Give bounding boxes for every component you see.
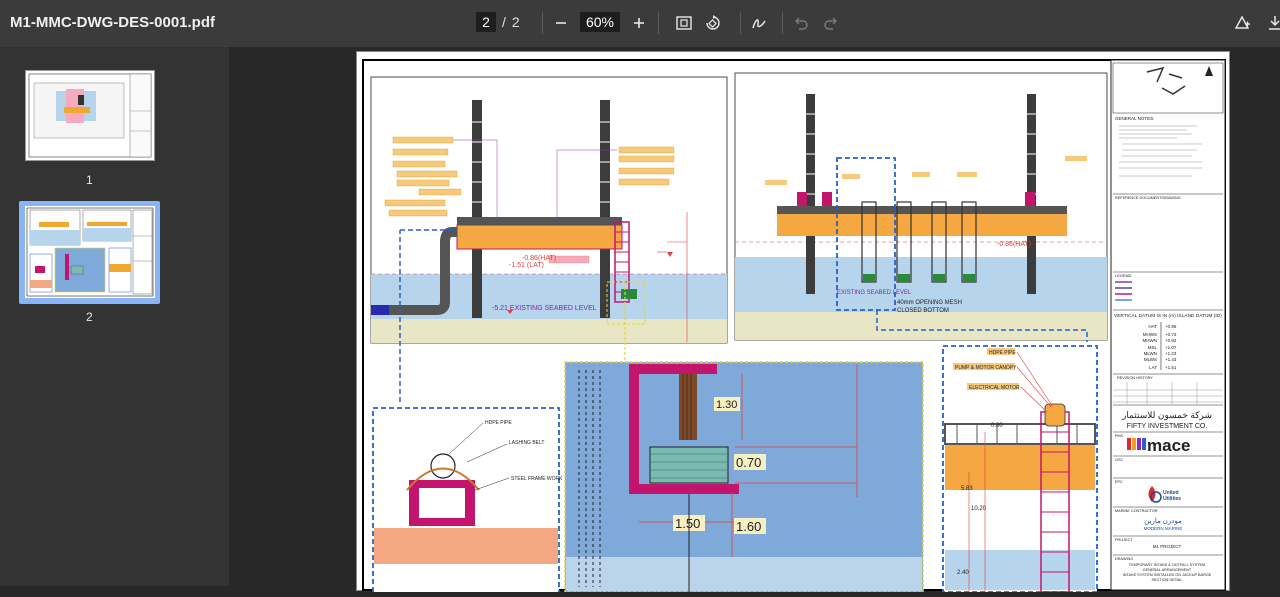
datum-label: HAT — [1148, 324, 1157, 329]
page-navigator: 2 / 2 — [476, 12, 520, 32]
current-page-input[interactable]: 2 — [476, 12, 496, 32]
page-thumbnail-1[interactable] — [25, 70, 155, 161]
dimension-1-50: 1.50 — [675, 516, 700, 531]
datum-label: MLWS — [1144, 357, 1157, 362]
label-existing-seabed-2: EXISTING SEABED LEVEL — [837, 290, 912, 296]
drawing-title-line: GENERAL ARRANGEMENT — [1143, 568, 1192, 572]
dimension-0-70: 0.70 — [736, 455, 761, 470]
rotate-button[interactable] — [700, 10, 726, 36]
gsc-heading: GSC — [1115, 458, 1123, 462]
document-title: M1-MMC-DWG-DES-0001.pdf — [10, 14, 215, 31]
thumbnail-label-1: 1 — [86, 173, 93, 187]
drawing-title-line: SECTION DETAIL — [1152, 578, 1183, 582]
plus-icon — [634, 18, 644, 28]
engineering-drawing: -1.51 (LAT) -0.86(HAT) -5.21 EXISTING SE… — [362, 59, 1226, 595]
datum-label: MHWS — [1143, 332, 1157, 337]
toolbar-divider — [542, 12, 543, 34]
label-pump-canopy: PUMP & MOTOR CANOPY — [955, 365, 1017, 371]
toolbar-divider — [658, 12, 659, 34]
download-button[interactable] — [1262, 10, 1280, 36]
datum-label: MHWN — [1143, 338, 1158, 343]
pmc-heading: PMC — [1115, 434, 1124, 438]
label-steel-frame: STEEL FRAME WORK — [511, 476, 563, 482]
client-name-arabic: شركة خمسون للاستثمار — [1121, 410, 1212, 421]
label-electrical-motor: ELECTRICAL MOTOR — [969, 385, 1020, 391]
thumbnail-sidebar: 1 2 — [0, 47, 229, 586]
datum-value: +0.73 — [1165, 332, 1177, 337]
legend-heading: LEGEND — [1115, 273, 1132, 278]
datum-label: MSL — [1148, 345, 1158, 350]
draw-button[interactable] — [746, 10, 772, 36]
marine-contractor-heading: MARINE CONTRACTOR — [1115, 509, 1158, 513]
dimension-0-80: 0.80 — [991, 423, 1003, 429]
datum-value: +1.23 — [1165, 351, 1177, 356]
draw-icon — [752, 19, 766, 29]
dimension-10-20: 10.20 — [971, 506, 987, 512]
datum-label: LAT — [1149, 365, 1157, 370]
page-thumbnail-2[interactable] — [25, 206, 155, 298]
project-name: M1 PROJECT — [1153, 544, 1182, 549]
pdf-toolbar: M1-MMC-DWG-DES-0001.pdf 2 / 2 60% — [0, 0, 1280, 47]
client-name: FIFTY INVESTMENT CO. — [1127, 423, 1208, 430]
general-notes-heading: GENERAL NOTES: — [1115, 116, 1154, 121]
dimension-1-30: 1.30 — [716, 399, 737, 411]
project-heading: PROJECT — [1115, 538, 1133, 542]
zoom-in-button[interactable] — [626, 10, 652, 36]
united-utilities-logo: Utilities — [1163, 496, 1181, 502]
undo-icon — [795, 17, 808, 30]
drawing-title-line: TEMPORARY INTAKE & OUTFALL SYSTEM — [1129, 563, 1205, 567]
epc-heading: EPC — [1115, 480, 1123, 484]
label-lat: -1.51 (LAT) — [509, 262, 544, 269]
label-closed-bottom: CLOSED BOTTOM — [897, 308, 949, 314]
toolbar-divider — [782, 12, 783, 34]
dimension-1-60: 1.60 — [736, 519, 761, 534]
datum-value: +1.51 — [1165, 365, 1177, 370]
download-icon — [1269, 16, 1280, 30]
datum-value: +0.86 — [1165, 324, 1177, 329]
toolbar-divider — [740, 12, 741, 34]
redo-icon — [824, 17, 837, 30]
redo-button[interactable] — [818, 10, 844, 36]
thumbnail-drawing — [28, 73, 152, 158]
fit-page-icon — [676, 16, 692, 30]
datum-value: +1.43 — [1165, 357, 1177, 362]
fit-to-page-button[interactable] — [671, 10, 697, 36]
label-lashing-belt: LASHING BELT — [509, 440, 544, 446]
modern-marine-arabic: مودرن مارين — [1144, 517, 1182, 525]
revision-heading: REVISION HISTORY — [1117, 376, 1153, 380]
minus-icon — [556, 22, 566, 24]
zoom-level-input[interactable]: 60% — [580, 12, 620, 32]
reference-heading: REFERENCE DOCUMENT/DRAWING — [1115, 196, 1181, 200]
datum-value: +0.92 — [1165, 338, 1177, 343]
total-pages: 2 — [511, 14, 520, 30]
thumbnail-label-2: 2 — [86, 310, 93, 324]
dimension-2-40: 2.40 — [957, 570, 969, 576]
thumbnail-drawing — [26, 207, 154, 297]
page-separator: / — [502, 14, 506, 30]
rotate-icon — [706, 15, 720, 30]
zoom-out-button[interactable] — [548, 10, 574, 36]
pdf-page: -1.51 (LAT) -0.86(HAT) -5.21 EXISTING SE… — [356, 51, 1230, 595]
datum-value: +1.07 — [1165, 345, 1177, 350]
label-hdpe-pipe: HDPE PIPE — [485, 420, 512, 426]
add-annotation-button[interactable] — [1229, 10, 1255, 36]
drawing-title-line: INTAKE SYSTEM INSTALLED ON JACKUP BARGE — [1123, 573, 1212, 577]
add-annotation-icon — [1234, 15, 1250, 29]
drawing-heading: DRAWING — [1115, 557, 1133, 561]
datum-heading: VERTICAL DATUM IS IN (m) ISLAND DATUM (I… — [1114, 313, 1222, 319]
mace-logo: mace — [1147, 436, 1190, 455]
undo-button[interactable] — [788, 10, 814, 36]
dimension-5-83: 5.83 — [961, 486, 973, 492]
label-hdpe-pipe-2: HDPE PIPE — [989, 350, 1016, 356]
datum-label: MLWN — [1144, 351, 1157, 356]
label-opening-mesh: 40mm OPENING MESH — [897, 300, 962, 306]
label-hat-2: -0.86(HAT) — [997, 241, 1031, 248]
modern-marine-logo: MODERN MARINE — [1144, 526, 1183, 531]
label-hat: -0.86(HAT) — [522, 255, 556, 262]
